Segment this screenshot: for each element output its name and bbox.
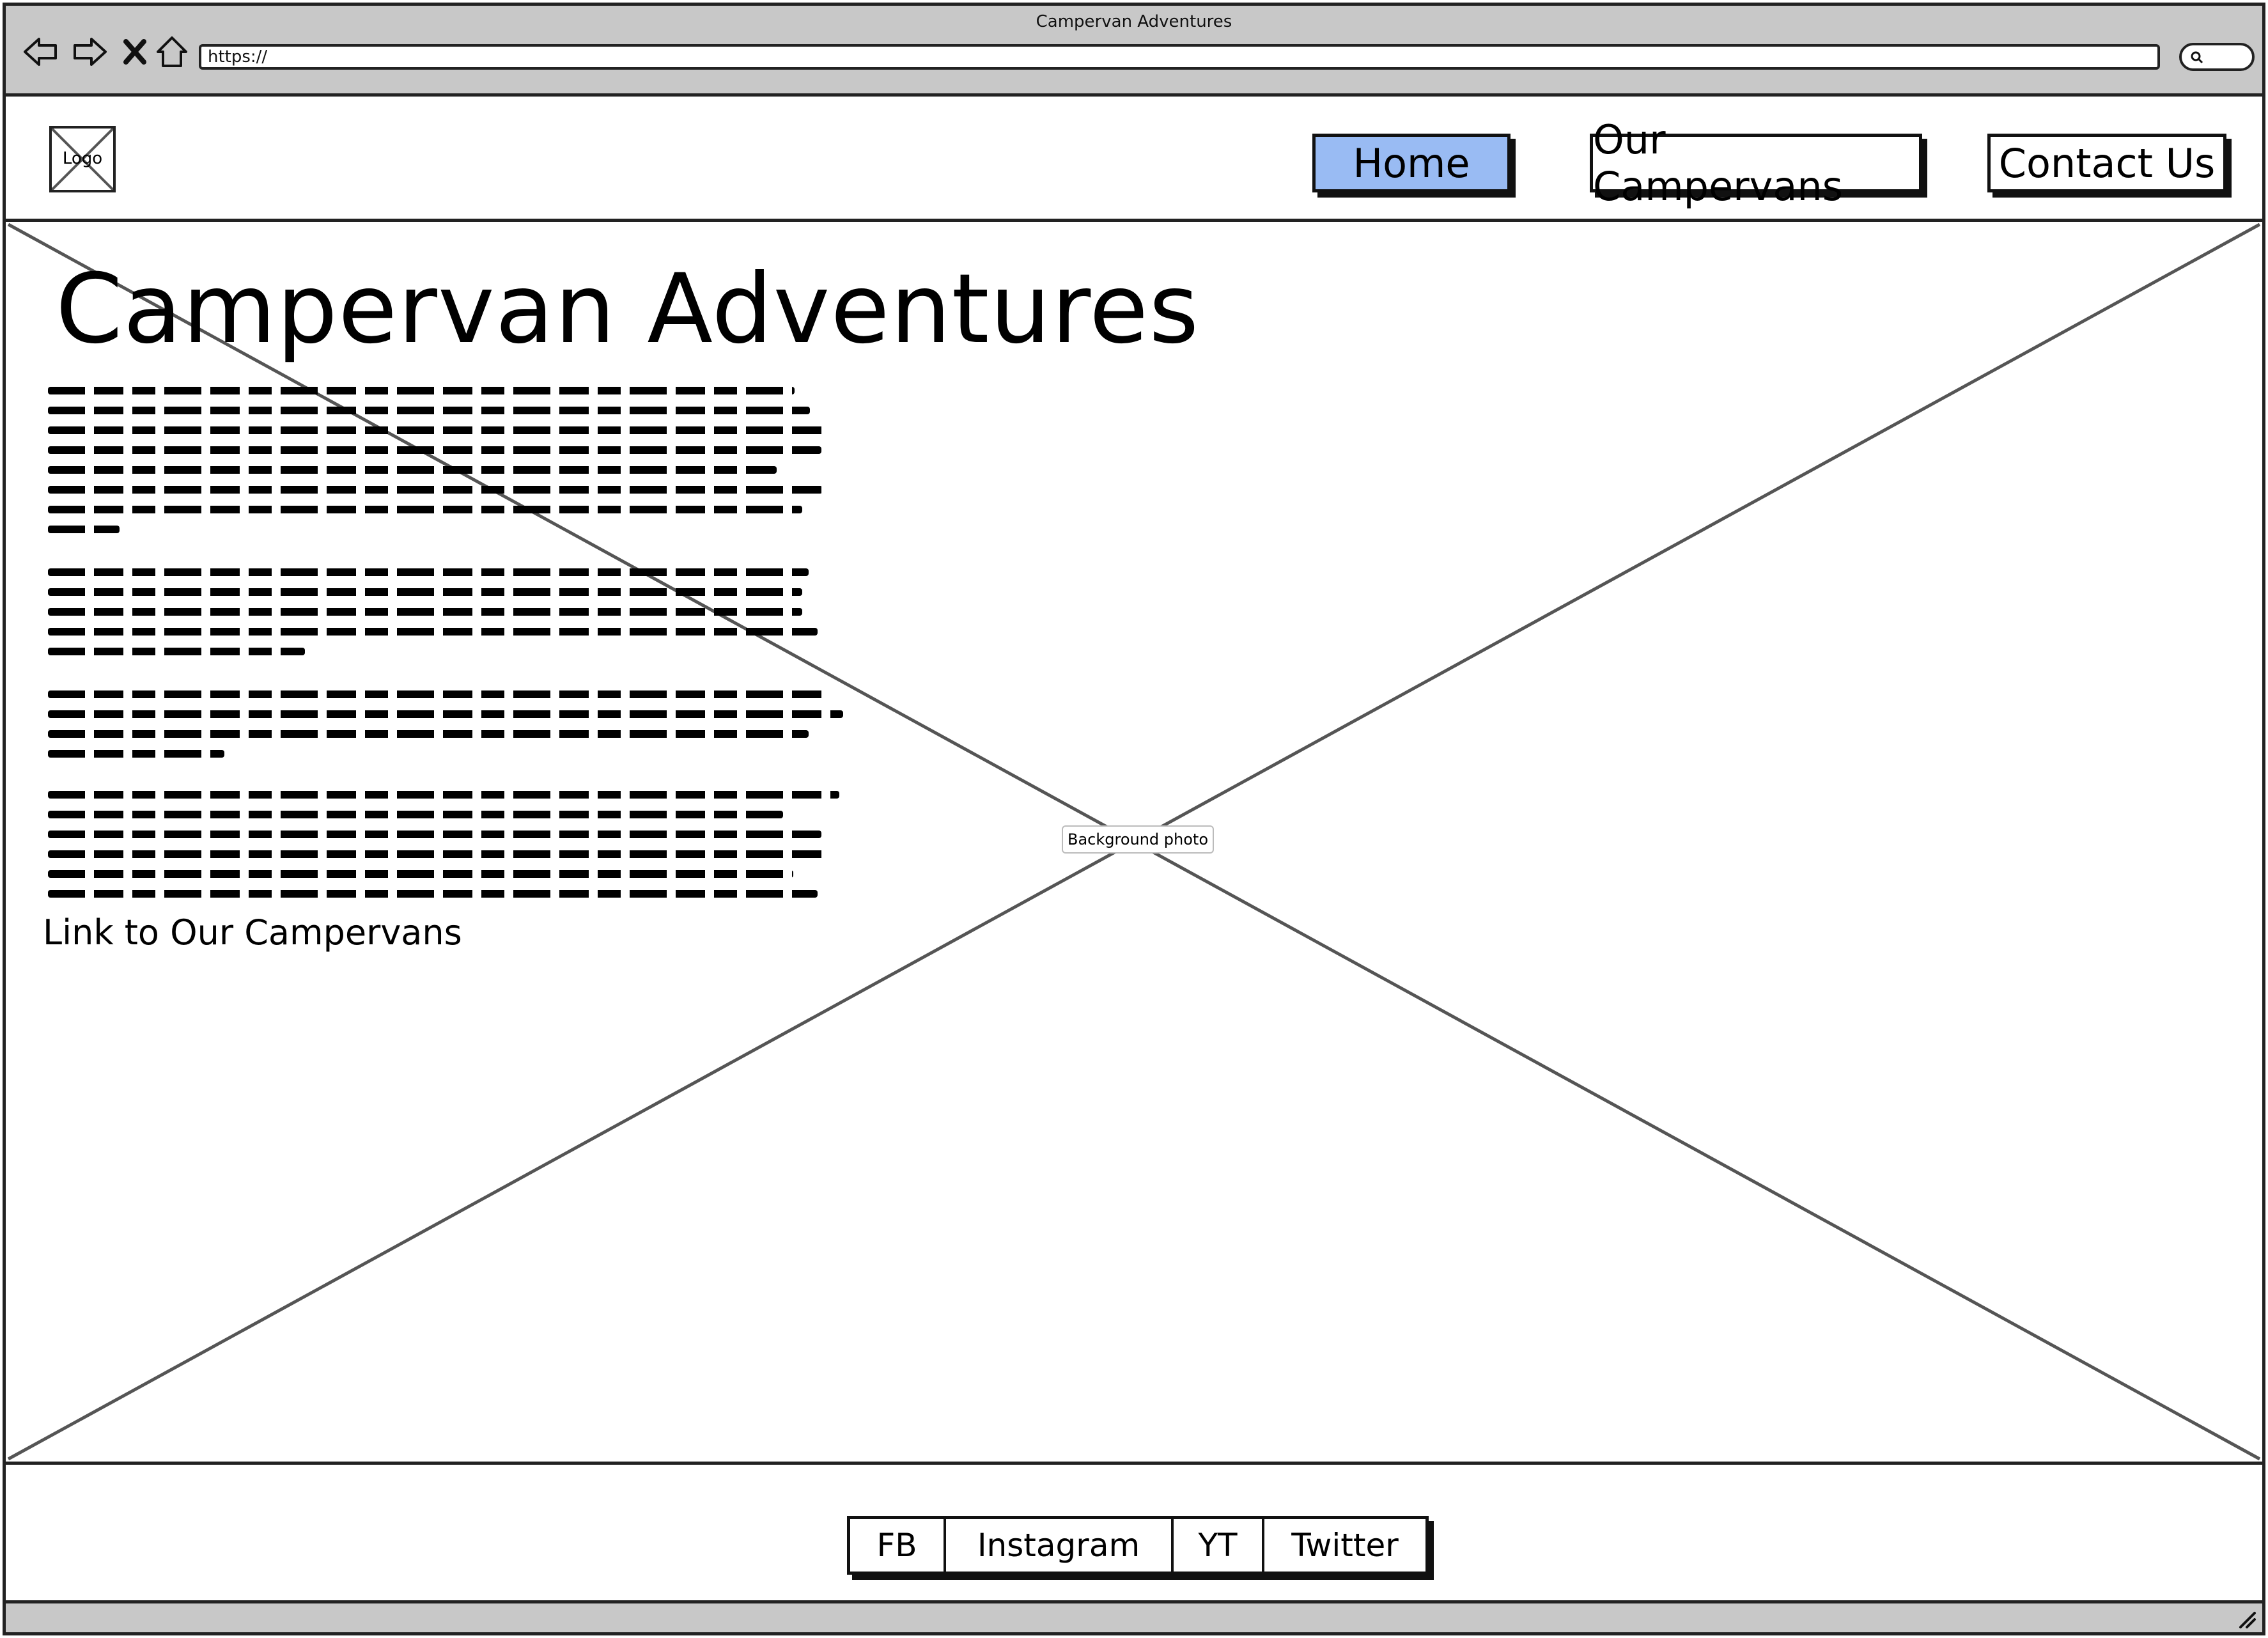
social-link-fb[interactable]: FB xyxy=(850,1519,946,1572)
home-icon[interactable] xyxy=(151,31,192,72)
resize-grip-icon[interactable] xyxy=(2234,1607,2257,1630)
social-links: FB Instagram YT Twitter xyxy=(847,1516,1429,1575)
close-icon[interactable] xyxy=(114,31,155,72)
status-bar xyxy=(6,1600,2262,1632)
social-link-instagram[interactable]: Instagram xyxy=(946,1519,1174,1572)
paragraph-2 xyxy=(48,568,850,667)
back-icon[interactable] xyxy=(20,31,61,72)
hero-title: Campervan Adventures xyxy=(56,254,1200,365)
search-icon xyxy=(2191,51,2203,64)
logo-label: Logo xyxy=(62,149,103,168)
background-photo-label: Background photo xyxy=(1062,825,1214,854)
nav-our-campervans-button[interactable]: Our Campervans xyxy=(1590,116,1922,210)
paragraph-4 xyxy=(48,791,850,910)
browser-toolbar: Campervan Adventures https:// xyxy=(6,6,2262,97)
site-footer: FB Instagram YT Twitter xyxy=(6,1465,2262,1607)
nav-home-button[interactable]: Home xyxy=(1312,134,1511,192)
social-link-twitter[interactable]: Twitter xyxy=(1264,1519,1425,1572)
url-field[interactable]: https:// xyxy=(199,44,2160,70)
logo[interactable]: Logo xyxy=(49,126,116,192)
link-our-campervans[interactable]: Link to Our Campervans xyxy=(43,912,462,953)
search-field[interactable] xyxy=(2179,43,2255,71)
nav-contact-us-button[interactable]: Contact Us xyxy=(1987,134,2226,192)
forward-icon[interactable] xyxy=(70,31,111,72)
paragraph-3 xyxy=(48,690,850,770)
site-header: Logo Home Our Campervans Contact Us xyxy=(6,97,2262,222)
window-title: Campervan Adventures xyxy=(1036,12,1232,31)
hero-section: Campervan Adventures Link to Our Camperv… xyxy=(6,222,2262,1465)
social-link-yt[interactable]: YT xyxy=(1174,1519,1264,1572)
browser-window: Campervan Adventures https:// Logo Home … xyxy=(3,3,2265,1635)
paragraph-1 xyxy=(48,387,850,545)
